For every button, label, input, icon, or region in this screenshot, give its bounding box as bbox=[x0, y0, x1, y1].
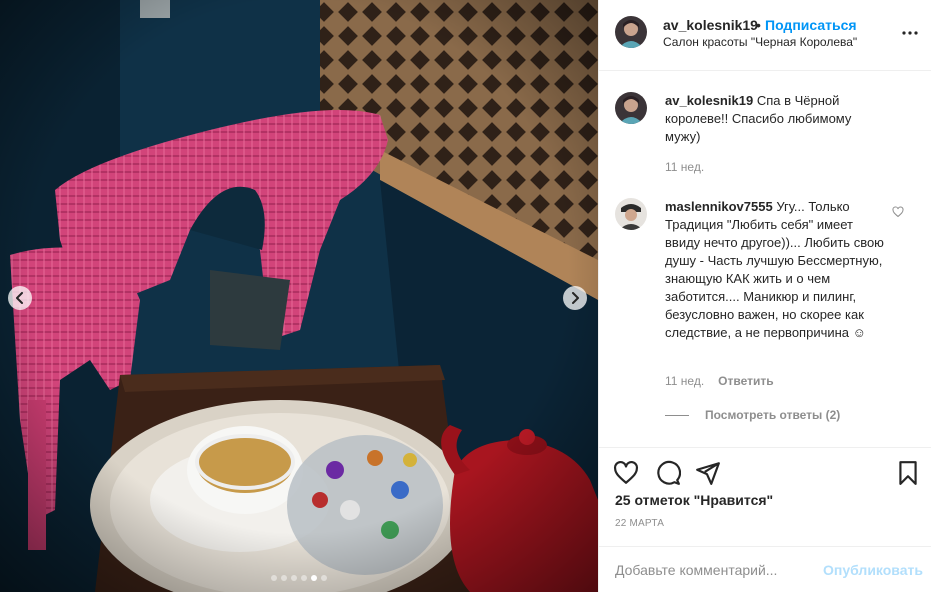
carousel-next-button[interactable] bbox=[563, 286, 587, 310]
more-options-button[interactable] bbox=[899, 22, 921, 44]
comment-body: maslennikov7555 Угу... Только Традиция "… bbox=[665, 198, 885, 342]
comment-item: maslennikov7555 Угу... Только Традиция "… bbox=[615, 198, 915, 438]
comment-text: Угу... Только Традиция "Любить себя" име… bbox=[665, 199, 884, 340]
post-photo[interactable] bbox=[0, 0, 598, 592]
chevron-left-icon bbox=[16, 292, 23, 304]
caption: av_kolesnik19 Спа в Чёрной королеве!! Сп… bbox=[615, 92, 915, 182]
carousel-dot bbox=[281, 575, 287, 581]
caption-body: av_kolesnik19 Спа в Чёрной королеве!! Сп… bbox=[665, 92, 885, 146]
avatar-image bbox=[615, 92, 647, 124]
comment-input[interactable] bbox=[615, 559, 815, 581]
carousel-dot bbox=[301, 575, 307, 581]
bookmark-icon[interactable] bbox=[895, 460, 921, 486]
caption-time[interactable]: 11 нед. bbox=[665, 160, 704, 174]
reply-button[interactable]: Ответить bbox=[718, 374, 773, 388]
comment-time[interactable]: 11 нед. bbox=[665, 374, 704, 388]
follow-button[interactable]: Подписаться bbox=[765, 17, 857, 33]
heart-icon[interactable] bbox=[613, 460, 639, 486]
caption-username[interactable]: av_kolesnik19 bbox=[665, 93, 753, 108]
chevron-right-icon bbox=[572, 292, 579, 304]
comments-list[interactable]: av_kolesnik19 Спа в Чёрной королеве!! Сп… bbox=[599, 72, 931, 444]
post-side-panel: av_kolesnik19 • Подписаться Салон красот… bbox=[598, 0, 931, 592]
carousel-dot bbox=[271, 575, 277, 581]
post-location[interactable]: Салон красоты "Черная Королева" bbox=[663, 35, 857, 49]
comment-meta: 11 нед. Ответить bbox=[665, 374, 774, 388]
post-header: av_kolesnik19 • Подписаться Салон красот… bbox=[599, 0, 931, 71]
separator-dot: • bbox=[756, 17, 761, 33]
share-icon[interactable] bbox=[695, 460, 721, 486]
replies-divider bbox=[665, 414, 689, 416]
avatar-image bbox=[615, 198, 647, 230]
comment-username[interactable]: maslennikov7555 bbox=[665, 199, 773, 214]
avatar[interactable] bbox=[615, 92, 647, 124]
carousel-dot bbox=[321, 575, 327, 581]
more-horizontal-icon bbox=[902, 31, 918, 35]
comment-icon[interactable] bbox=[655, 460, 681, 486]
photo-image bbox=[0, 0, 598, 592]
avatar[interactable] bbox=[615, 16, 647, 48]
post-actions bbox=[599, 447, 931, 497]
comment-like-heart-icon[interactable] bbox=[892, 206, 904, 218]
post-author-username[interactable]: av_kolesnik19 bbox=[663, 17, 758, 33]
view-replies-label: Посмотреть ответы (2) bbox=[705, 408, 841, 422]
carousel-prev-button[interactable] bbox=[8, 286, 32, 310]
add-comment-bar: Опубликовать bbox=[599, 546, 931, 592]
post-date[interactable]: 22 МАРТА bbox=[615, 518, 664, 529]
view-replies-button[interactable]: Посмотреть ответы (2) bbox=[665, 408, 840, 422]
carousel-dot-active bbox=[311, 575, 317, 581]
likes-count[interactable]: 25 отметок "Нравится" bbox=[615, 492, 773, 508]
publish-button[interactable]: Опубликовать bbox=[823, 562, 923, 578]
carousel-indicator bbox=[0, 575, 598, 581]
avatar-image bbox=[615, 16, 647, 48]
carousel-dot bbox=[291, 575, 297, 581]
avatar[interactable] bbox=[615, 198, 647, 230]
